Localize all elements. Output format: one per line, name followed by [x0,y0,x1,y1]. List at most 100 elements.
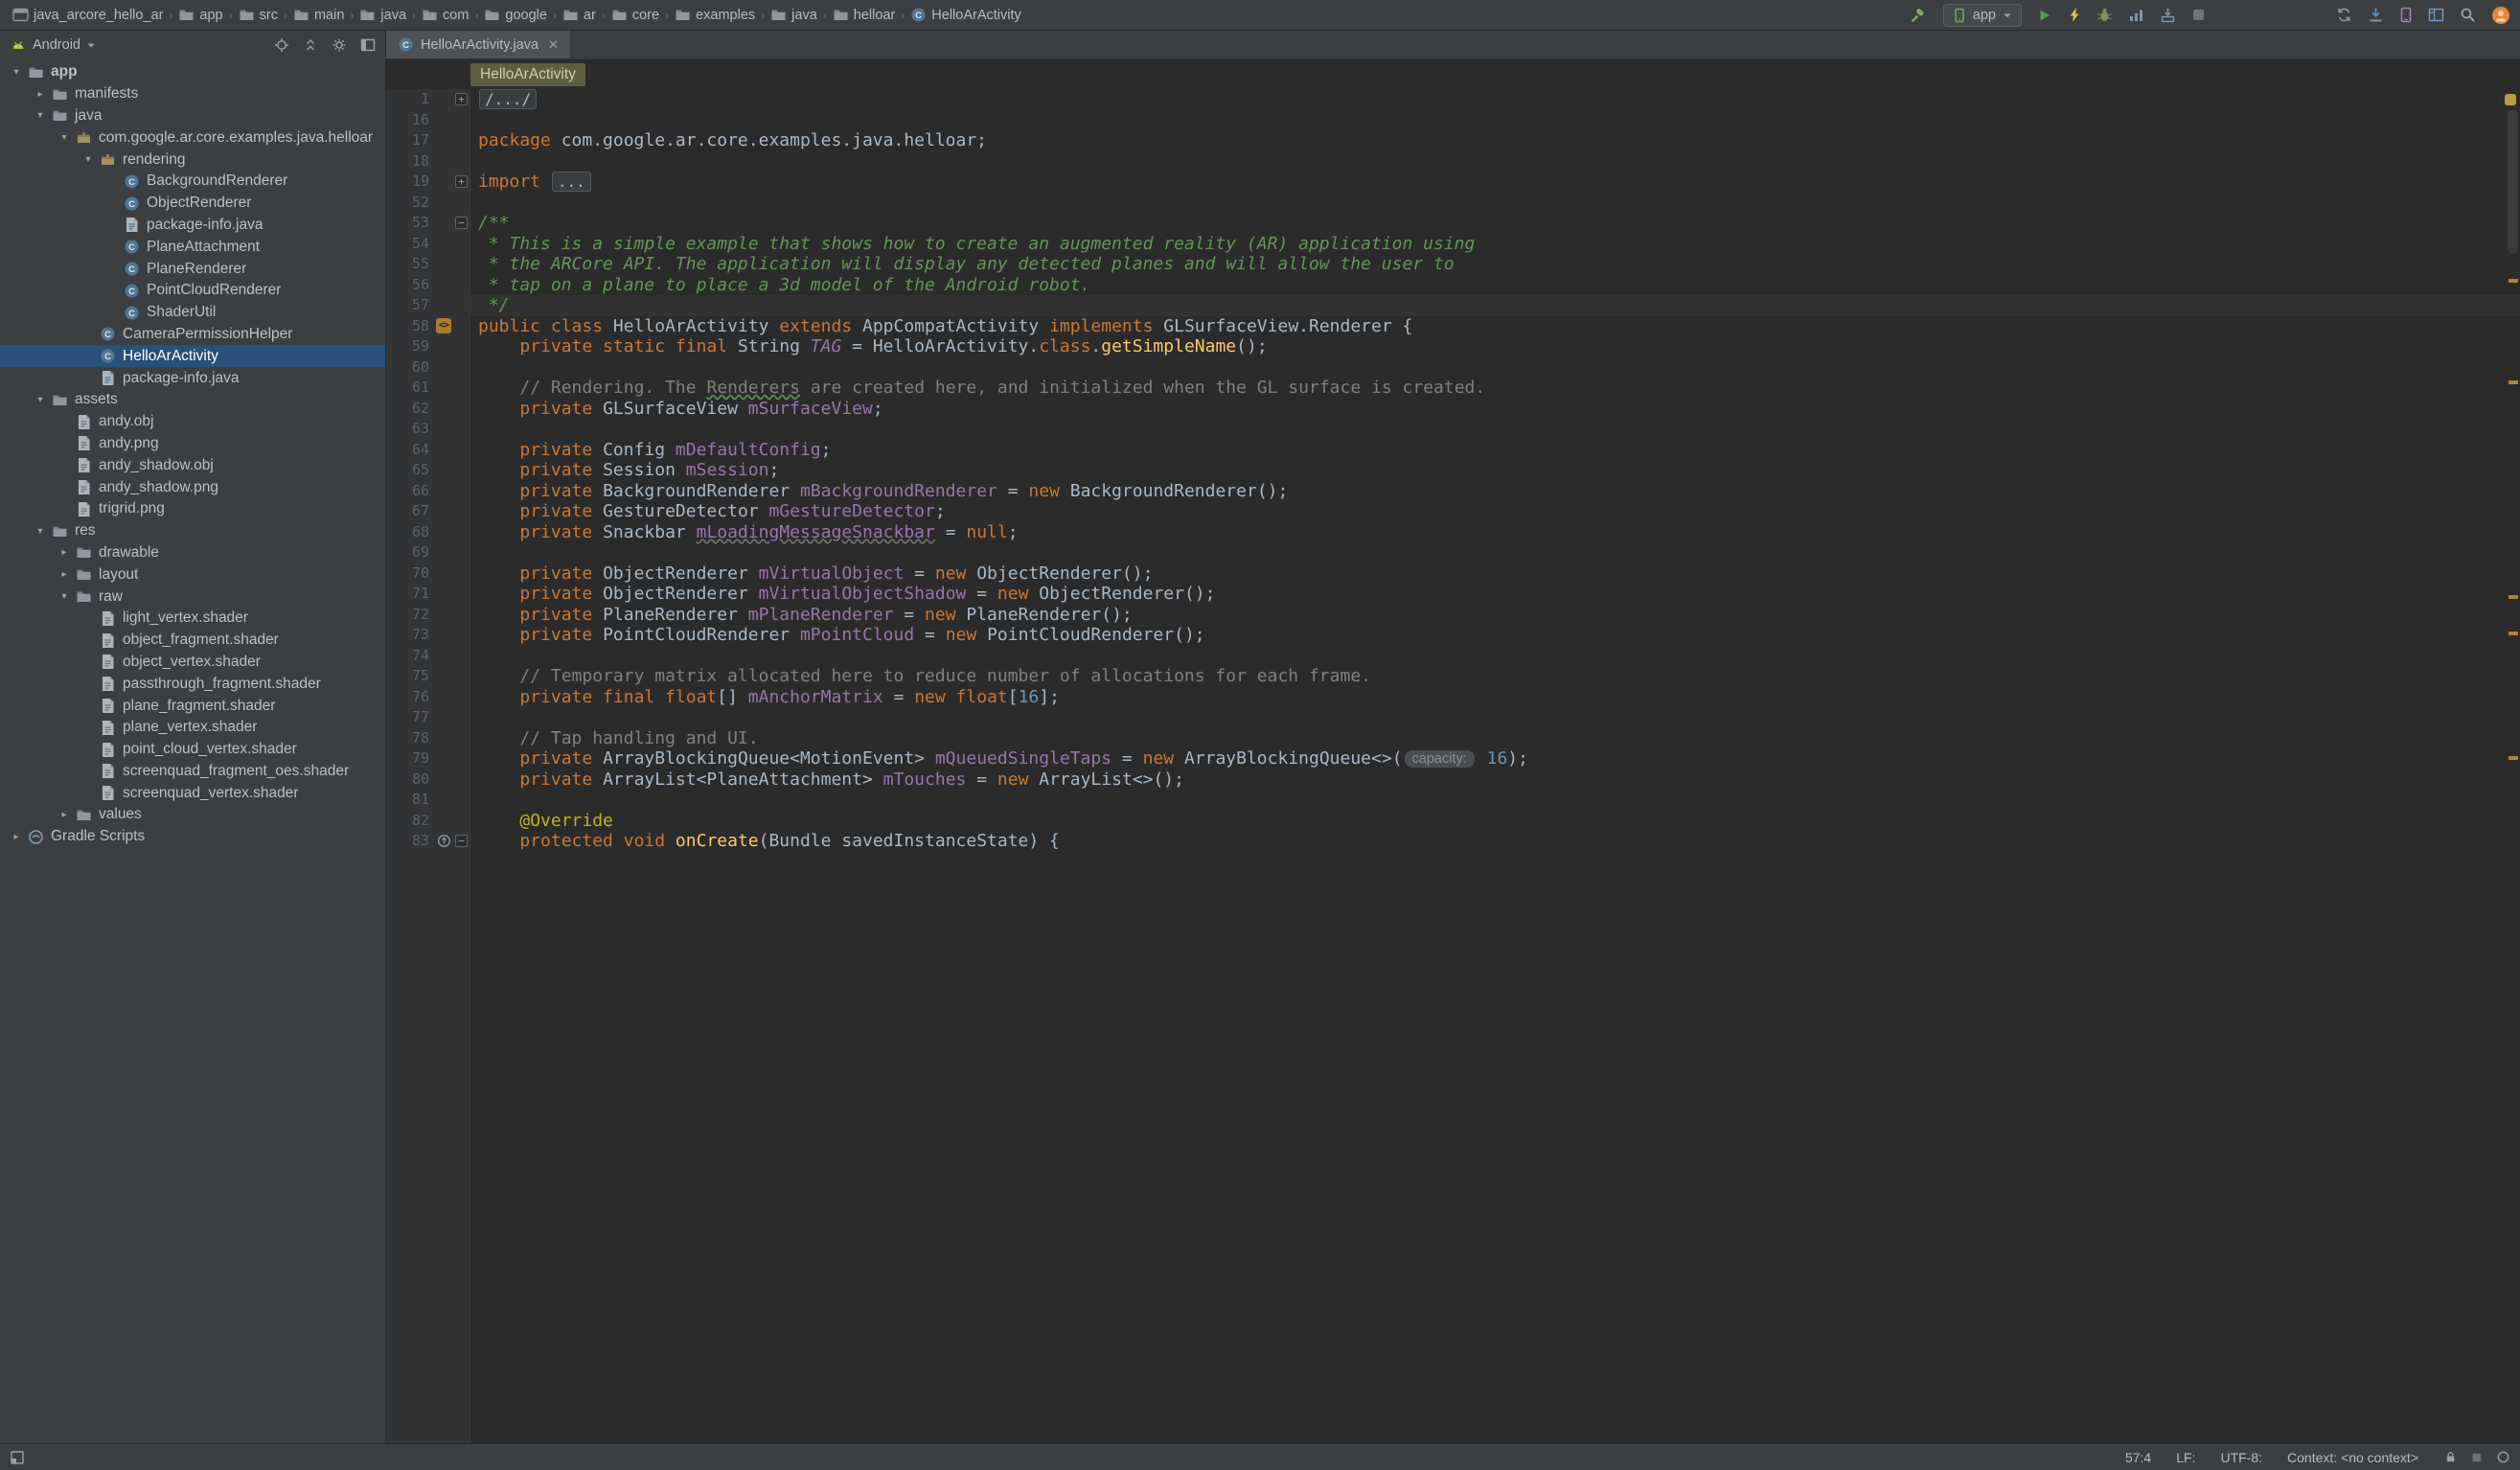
code-text[interactable]: private Config mDefaultConfig; [470,440,2520,461]
tree-item-object-fragment-shader[interactable]: object_fragment.shader [0,630,385,652]
code-text[interactable]: private GLSurfaceView mSurfaceView; [470,399,2520,420]
code-text[interactable] [470,646,2520,667]
related-xml-icon[interactable]: <> [436,318,451,333]
lock-icon[interactable] [2443,1450,2458,1464]
code-text[interactable]: private PlaneRenderer mPlaneRenderer = n… [470,605,2520,626]
tab-helloaractivity[interactable]: C HelloArActivity.java ✕ [386,31,571,58]
scrollbar-mark[interactable] [2509,380,2518,384]
expand-arrow-icon[interactable]: ▾ [80,154,97,165]
breadcrumb-item[interactable]: app [175,8,225,23]
run-config-selector[interactable]: app [1943,4,2022,27]
collapse-all-icon[interactable] [303,37,318,53]
expand-arrow-icon[interactable]: ▾ [56,132,73,143]
scrollbar-mark[interactable] [2509,279,2518,283]
stop-icon[interactable] [2191,8,2206,22]
sdk-manager-icon[interactable] [2368,7,2384,23]
expand-arrow-icon[interactable]: ▾ [8,67,25,78]
tree-item-camerapermissionhelper[interactable]: CCameraPermissionHelper [0,324,385,346]
code-text[interactable]: private ArrayBlockingQueue<MotionEvent> … [470,748,2520,769]
tree-item-andy-shadow-png[interactable]: andy_shadow.png [0,476,385,498]
tree-item-rendering[interactable]: ▾rendering [0,149,385,171]
project-view-selector[interactable]: Android [33,37,80,53]
tree-item-gradle-scripts[interactable]: ▸Gradle Scripts [0,826,385,848]
code-text[interactable]: public class HelloArActivity extends App… [470,316,2520,337]
code-text[interactable]: // Tap handling and UI. [470,728,2520,749]
breadcrumb-item[interactable]: helloar [830,8,899,23]
tree-item-object-vertex-shader[interactable]: object_vertex.shader [0,652,385,674]
scrollbar-mark[interactable] [2509,756,2518,760]
expand-arrow-icon[interactable]: ▸ [8,832,25,842]
tree-item-assets[interactable]: ▾assets [0,389,385,411]
expand-arrow-icon[interactable]: ▸ [56,569,73,580]
tree-item-passthrough-fragment-shader[interactable]: passthrough_fragment.shader [0,673,385,695]
tree-item-screenquad-fragment-oes-shader[interactable]: screenquad_fragment_oes.shader [0,761,385,783]
layout-inspector-icon[interactable] [2428,8,2444,22]
breadcrumb-item[interactable]: com [419,8,471,23]
breadcrumb-item[interactable]: java_arcore_hello_ar [10,8,166,23]
breadcrumb-class[interactable]: HelloArActivity [470,63,585,86]
breadcrumb-item[interactable]: ar [560,8,599,23]
close-icon[interactable]: ✕ [548,37,559,53]
fold-marker-icon[interactable]: + [453,175,470,188]
tree-item-raw[interactable]: ▾raw [0,586,385,608]
fold-marker-icon[interactable]: − [453,835,470,847]
tree-item-package-info-java[interactable]: package-info.java [0,215,385,237]
scrollbar-mark[interactable] [2509,595,2518,599]
code-text[interactable] [470,542,2520,563]
expand-arrow-icon[interactable]: ▾ [32,110,49,121]
tree-item-package-info-java[interactable]: package-info.java [0,367,385,389]
code-text[interactable]: private static final String TAG = HelloA… [470,336,2520,357]
code-text[interactable]: /** [470,213,2520,234]
breadcrumb-item[interactable]: java [356,8,409,23]
inspections-indicator-icon[interactable] [2505,94,2516,105]
code-text[interactable]: */ [470,295,2520,316]
scroll-from-source-icon[interactable] [274,37,289,53]
breadcrumb-item[interactable]: java [767,8,820,23]
code-text[interactable]: * the ARCore API. The application will d… [470,254,2520,275]
code-text[interactable]: private ObjectRenderer mVirtualObjectSha… [470,584,2520,605]
code-text[interactable] [470,707,2520,728]
fold-marker-icon[interactable]: + [453,93,470,105]
breadcrumb-item[interactable]: core [608,8,662,23]
tree-item-manifests[interactable]: ▸manifests [0,83,385,105]
code-text[interactable]: protected void onCreate(Bundle savedInst… [470,831,2520,852]
code-text[interactable]: // Temporary matrix allocated here to re… [470,666,2520,687]
breadcrumb-item[interactable]: src [236,8,281,23]
tree-item-andy-obj[interactable]: andy.obj [0,411,385,433]
build-hammer-icon[interactable] [1910,7,1928,24]
code-text[interactable] [470,790,2520,811]
event-log-icon[interactable] [2496,1450,2510,1464]
tree-item-planerenderer[interactable]: CPlaneRenderer [0,258,385,280]
tree-item-screenquad-vertex-shader[interactable]: screenquad_vertex.shader [0,782,385,804]
code-text[interactable]: * tap on a plane to place a 3d model of … [470,275,2520,296]
tree-item-planeattachment[interactable]: CPlaneAttachment [0,236,385,258]
tree-item-shaderutil[interactable]: CShaderUtil [0,302,385,324]
avd-manager-icon[interactable] [2399,7,2413,23]
file-encoding[interactable]: UTF-8: [2220,1450,2262,1465]
tree-item-andy-png[interactable]: andy.png [0,433,385,455]
code-text[interactable] [470,193,2520,214]
tree-item-java[interactable]: ▾java [0,105,385,127]
tree-item-app[interactable]: ▾app [0,61,385,83]
expand-arrow-icon[interactable]: ▸ [32,89,49,100]
tree-item-andy-shadow-obj[interactable]: andy_shadow.obj [0,454,385,476]
context-indicator[interactable]: Context: <no context> [2287,1450,2418,1465]
code-area[interactable]: 1+/.../1617package com.google.ar.core.ex… [386,89,2520,1443]
breadcrumb-item[interactable]: examples [672,8,758,23]
avatar-icon[interactable] [2491,6,2510,25]
scrollbar-mark[interactable] [2509,632,2518,635]
tree-item-helloaractivity[interactable]: CHelloArActivity [0,345,385,367]
fold-marker-icon[interactable]: − [453,217,470,229]
code-text[interactable] [470,110,2520,131]
tree-item-plane-vertex-shader[interactable]: plane_vertex.shader [0,717,385,739]
code-text[interactable]: @Override [470,811,2520,832]
tree-item-values[interactable]: ▸values [0,804,385,826]
code-text[interactable]: private GestureDetector mGestureDetector… [470,501,2520,522]
expand-arrow-icon[interactable]: ▾ [32,526,49,537]
settings-gear-icon[interactable] [332,37,347,53]
code-text[interactable]: // Rendering. The Renderers are created … [470,378,2520,399]
scrollbar-thumb[interactable] [2508,110,2518,254]
breadcrumb-item[interactable]: main [290,8,347,23]
override-marker-icon[interactable] [437,834,451,848]
profiler-icon[interactable] [2128,8,2144,23]
